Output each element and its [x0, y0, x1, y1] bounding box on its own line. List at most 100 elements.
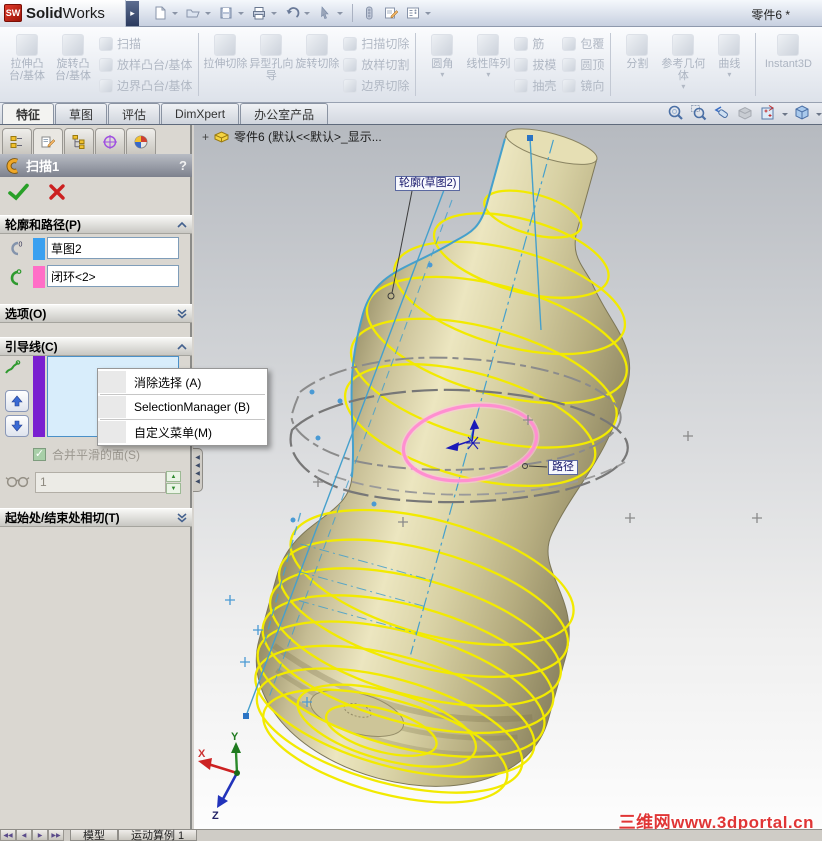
sweep-button[interactable]: 扫描	[99, 35, 192, 52]
profile-input[interactable]: 草图2	[47, 237, 179, 259]
pattern-dropdown[interactable]: ▾	[486, 70, 490, 78]
lofted-cut-button[interactable]: 放样切割	[343, 56, 409, 73]
extruded-boss-button[interactable]: 拉伸凸台/基体	[4, 29, 50, 101]
extruded-cut-button[interactable]: 拉伸切除	[202, 29, 248, 101]
save-dropdown[interactable]	[238, 11, 244, 15]
cancel-button[interactable]	[47, 182, 67, 202]
reference-triad: X Y Z	[198, 731, 241, 822]
dome-button[interactable]: 圆顶	[562, 56, 604, 73]
move-up-button[interactable]	[5, 390, 29, 412]
rib-button[interactable]: 筋	[514, 35, 556, 52]
tab-display-manager[interactable]	[126, 128, 156, 154]
swept-cut-button[interactable]: 扫描切除	[343, 35, 409, 52]
menu-item-customize-menu[interactable]: 自定义菜单(M)	[98, 421, 267, 443]
boundary-boss-button[interactable]: 边界凸台/基体	[99, 77, 192, 94]
split-button[interactable]: 分割	[614, 29, 660, 101]
first-tab-button[interactable]: ◀◀	[0, 830, 16, 841]
wrap-button[interactable]: 包覆	[562, 35, 604, 52]
curves-dropdown[interactable]: ▾	[727, 70, 731, 78]
panel-splitter-handle[interactable]: ◀ ◀ ◀ ◀	[193, 448, 203, 492]
tree-expand-toggle[interactable]: +	[202, 130, 209, 144]
reference-group: 分割 参考几何体 ▾ 曲线 ▾	[612, 28, 754, 101]
shell-icon	[514, 78, 529, 93]
tab-configuration-manager[interactable]	[64, 128, 94, 154]
menu-flyout-button[interactable]: ▸	[126, 0, 139, 26]
tab-sketch[interactable]: 草图	[55, 103, 108, 124]
path-input[interactable]: 闭环<2>	[47, 265, 179, 287]
next-tab-button[interactable]: ▶	[32, 830, 48, 841]
model-tab[interactable]: 模型	[70, 830, 118, 841]
select-dropdown[interactable]	[337, 11, 343, 15]
undo-icon[interactable]	[281, 2, 303, 24]
section-tangency[interactable]: 起始处/结束处相切(T)	[0, 508, 192, 527]
tab-dimxpert-manager[interactable]	[95, 128, 125, 154]
shell-button[interactable]: 抽壳	[514, 77, 556, 94]
display-style-icon[interactable]	[793, 104, 811, 125]
tab-features[interactable]: 特征	[2, 103, 55, 124]
new-dropdown[interactable]	[172, 11, 178, 15]
view-orientation-dropdown[interactable]	[782, 113, 788, 116]
curves-button[interactable]: 曲线 ▾	[706, 29, 752, 101]
select-cursor-icon[interactable]	[314, 2, 336, 24]
revolved-cut-button[interactable]: 旋转切除	[294, 29, 340, 101]
fillet-button[interactable]: 圆角 ▾	[419, 29, 465, 101]
flyout-feature-tree[interactable]: + 零件6 (默认<<默认>_显示...	[202, 128, 382, 145]
open-dropdown[interactable]	[205, 11, 211, 15]
menu-item-clear-selections[interactable]: 消除选择 (A)	[98, 371, 267, 393]
mirror-button[interactable]: 镜向	[562, 77, 604, 94]
section-view-icon[interactable]	[736, 104, 754, 125]
tab-feature-manager[interactable]	[2, 128, 32, 154]
open-document-icon[interactable]	[182, 2, 204, 24]
mirror-icon	[562, 78, 577, 93]
revolved-boss-button[interactable]: 旋转凸台/基体	[50, 29, 96, 101]
refgeo-dropdown[interactable]: ▾	[681, 83, 685, 91]
tab-evaluate[interactable]: 评估	[108, 103, 161, 124]
hole-wizard-button[interactable]: 异型孔向导	[248, 29, 294, 101]
spin-up-button[interactable]: ▲	[166, 471, 181, 482]
options-icon[interactable]	[402, 2, 424, 24]
instant3d-button[interactable]: Instant3D	[759, 29, 817, 101]
fillet-dropdown[interactable]: ▾	[440, 70, 444, 78]
confirm-row	[7, 182, 67, 202]
menu-item-selection-manager[interactable]: SelectionManager (B)	[98, 396, 267, 418]
rebuild-icon[interactable]	[358, 2, 380, 24]
options-dropdown[interactable]	[425, 11, 431, 15]
feature-small-column-1: 筋 拔模 抽壳	[511, 35, 559, 94]
feature-group: 圆角 ▾ 线性阵列 ▾ 筋 拔模 抽壳 包覆 圆顶 镜向	[417, 28, 609, 101]
axis-x-label: X	[198, 748, 206, 760]
zoom-to-fit-icon[interactable]	[667, 104, 685, 125]
reference-geometry-button[interactable]: 参考几何体 ▾	[660, 29, 706, 101]
previous-view-icon[interactable]	[713, 104, 731, 125]
spin-down-button[interactable]: ▼	[166, 483, 181, 494]
print-icon[interactable]	[248, 2, 270, 24]
graphics-viewport[interactable]: + 零件6 (默认<<默认>_显示... X Y Z 轮廓(草图2) 路径 三维…	[194, 125, 822, 830]
view-orientation-icon[interactable]	[759, 104, 777, 125]
loft-button[interactable]: 放样凸台/基体	[99, 56, 192, 73]
move-down-button[interactable]	[5, 415, 29, 437]
tab-office-products[interactable]: 办公室产品	[240, 103, 329, 124]
display-style-dropdown[interactable]	[816, 113, 822, 116]
tab-property-manager[interactable]	[33, 128, 63, 154]
section-options[interactable]: 选项(O)	[0, 304, 192, 323]
last-tab-button[interactable]: ▶▶	[48, 830, 64, 841]
undo-dropdown[interactable]	[304, 11, 310, 15]
menu-separator	[100, 394, 265, 395]
draft-button[interactable]: 拔模	[514, 56, 556, 73]
linear-pattern-button[interactable]: 线性阵列 ▾	[465, 29, 511, 101]
ok-button[interactable]	[7, 182, 31, 202]
zoom-to-area-icon[interactable]	[690, 104, 708, 125]
prev-tab-button[interactable]: ◀	[16, 830, 32, 841]
print-dropdown[interactable]	[271, 11, 277, 15]
tab-dimxpert[interactable]: DimXpert	[161, 103, 240, 124]
merge-smooth-checkbox[interactable]: ✓	[33, 448, 46, 461]
motion-study-tab[interactable]: 运动算例 1	[118, 830, 198, 841]
help-button[interactable]: ?	[179, 158, 187, 173]
section-guide-curves[interactable]: 引导线(C)	[0, 337, 192, 356]
new-document-icon[interactable]	[149, 2, 171, 24]
boundary-cut-button[interactable]: 边界切除	[343, 77, 409, 94]
file-properties-icon[interactable]	[380, 2, 402, 24]
section-number-field[interactable]: 1	[35, 472, 166, 493]
section-profile-path[interactable]: 轮廓和路径(P)	[0, 215, 192, 234]
bottle-model	[254, 128, 631, 804]
save-icon[interactable]	[215, 2, 237, 24]
